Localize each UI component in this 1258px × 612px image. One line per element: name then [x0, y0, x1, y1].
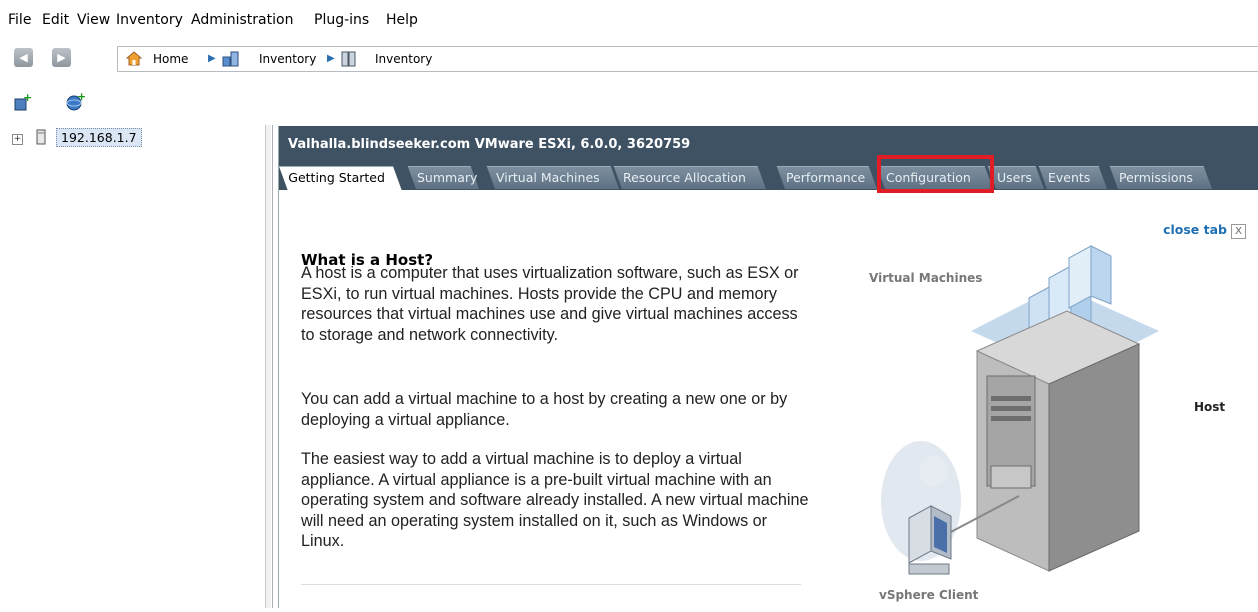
breadcrumb-separator-icon: ▶	[327, 53, 335, 64]
paragraph-3: The easiest way to add a virtual machine…	[301, 450, 809, 550]
host-header: Valhalla.blindseeker.com VMware ESXi, 6.…	[278, 126, 1258, 191]
forward-button[interactable]: ▶	[52, 48, 71, 67]
toolbar: + +	[0, 84, 200, 118]
tab-label: Users	[996, 170, 1033, 185]
tab-label: Performance	[785, 170, 866, 185]
hosts-and-clusters-icon	[341, 51, 356, 67]
menu-inventory[interactable]: Inventory	[116, 12, 183, 28]
inventory-tree-panel: + 192.168.1.7	[0, 125, 273, 608]
host-title: Valhalla.blindseeker.com VMware ESXi, 6.…	[288, 137, 691, 152]
tab-performance[interactable]: Performance	[776, 166, 877, 189]
menu-help[interactable]: Help	[386, 12, 418, 28]
menu-file[interactable]: File	[8, 12, 31, 28]
host-diagram: Virtual Machines Host vSphere Client	[839, 216, 1258, 608]
tab-users[interactable]: Users	[987, 166, 1044, 189]
arrow-right-icon: ▶	[57, 51, 66, 64]
tab-label: Summary	[416, 170, 478, 185]
tab-getting-started[interactable]: Getting Started	[278, 166, 402, 191]
tab-label: Events	[1047, 170, 1091, 185]
menu-bar: File Edit View Inventory Administration …	[0, 0, 1258, 42]
arrow-left-icon: ◀	[19, 51, 28, 64]
menu-plugins[interactable]: Plug-ins	[314, 12, 369, 28]
tab-label: Getting Started	[288, 170, 385, 185]
host-label: Host	[1194, 400, 1226, 414]
paragraph-2: You can add a virtual machine to a host …	[301, 390, 788, 429]
vsphere-client-label: vSphere Client	[879, 588, 979, 602]
tab-label: Permissions	[1118, 170, 1193, 185]
tab-events[interactable]: Events	[1038, 166, 1107, 189]
tab-resource-allocation[interactable]: Resource Allocation	[613, 166, 766, 189]
breadcrumb-separator-icon: ▶	[208, 53, 216, 64]
svg-text:+: +	[23, 93, 31, 104]
tab-permissions[interactable]: Permissions	[1109, 166, 1212, 189]
add-host-icon[interactable]: +	[13, 93, 31, 111]
virtual-machines-label: Virtual Machines	[869, 271, 983, 285]
breadcrumb-inventory[interactable]: Inventory	[259, 52, 316, 66]
expand-toggle-icon[interactable]: +	[12, 134, 23, 145]
menu-administration[interactable]: Administration	[191, 12, 293, 28]
configuration-tab-highlight	[877, 155, 994, 193]
divider	[301, 584, 801, 585]
back-button[interactable]: ◀	[14, 48, 33, 67]
menu-view[interactable]: View	[77, 12, 110, 28]
panel-splitter[interactable]	[265, 125, 271, 608]
menu-edit[interactable]: Edit	[42, 12, 69, 28]
navigation-bar: ◀ ▶ Home ▶ Inventory ▶ Inventory	[0, 42, 1258, 76]
home-icon	[126, 51, 142, 66]
main-panel: Valhalla.blindseeker.com VMware ESXi, 6.…	[278, 126, 1258, 608]
address-bar[interactable]: Home ▶ Inventory ▶ Inventory	[117, 46, 1258, 72]
tab-virtual-machines[interactable]: Virtual Machines	[486, 166, 619, 189]
tree-item-host[interactable]: 192.168.1.7	[56, 128, 142, 147]
breadcrumb-home[interactable]: Home	[153, 52, 188, 66]
breadcrumb-inventory-current[interactable]: Inventory	[375, 52, 432, 66]
tab-label: Resource Allocation	[622, 170, 746, 185]
host-server-icon	[36, 129, 46, 145]
inventory-icon	[222, 51, 239, 67]
tab-label: Virtual Machines	[495, 170, 600, 185]
new-datacenter-icon[interactable]: +	[65, 92, 85, 112]
tab-summary[interactable]: Summary	[407, 166, 479, 189]
svg-text:+: +	[77, 92, 85, 103]
paragraph-1: A host is a computer that uses virtualiz…	[301, 264, 799, 344]
